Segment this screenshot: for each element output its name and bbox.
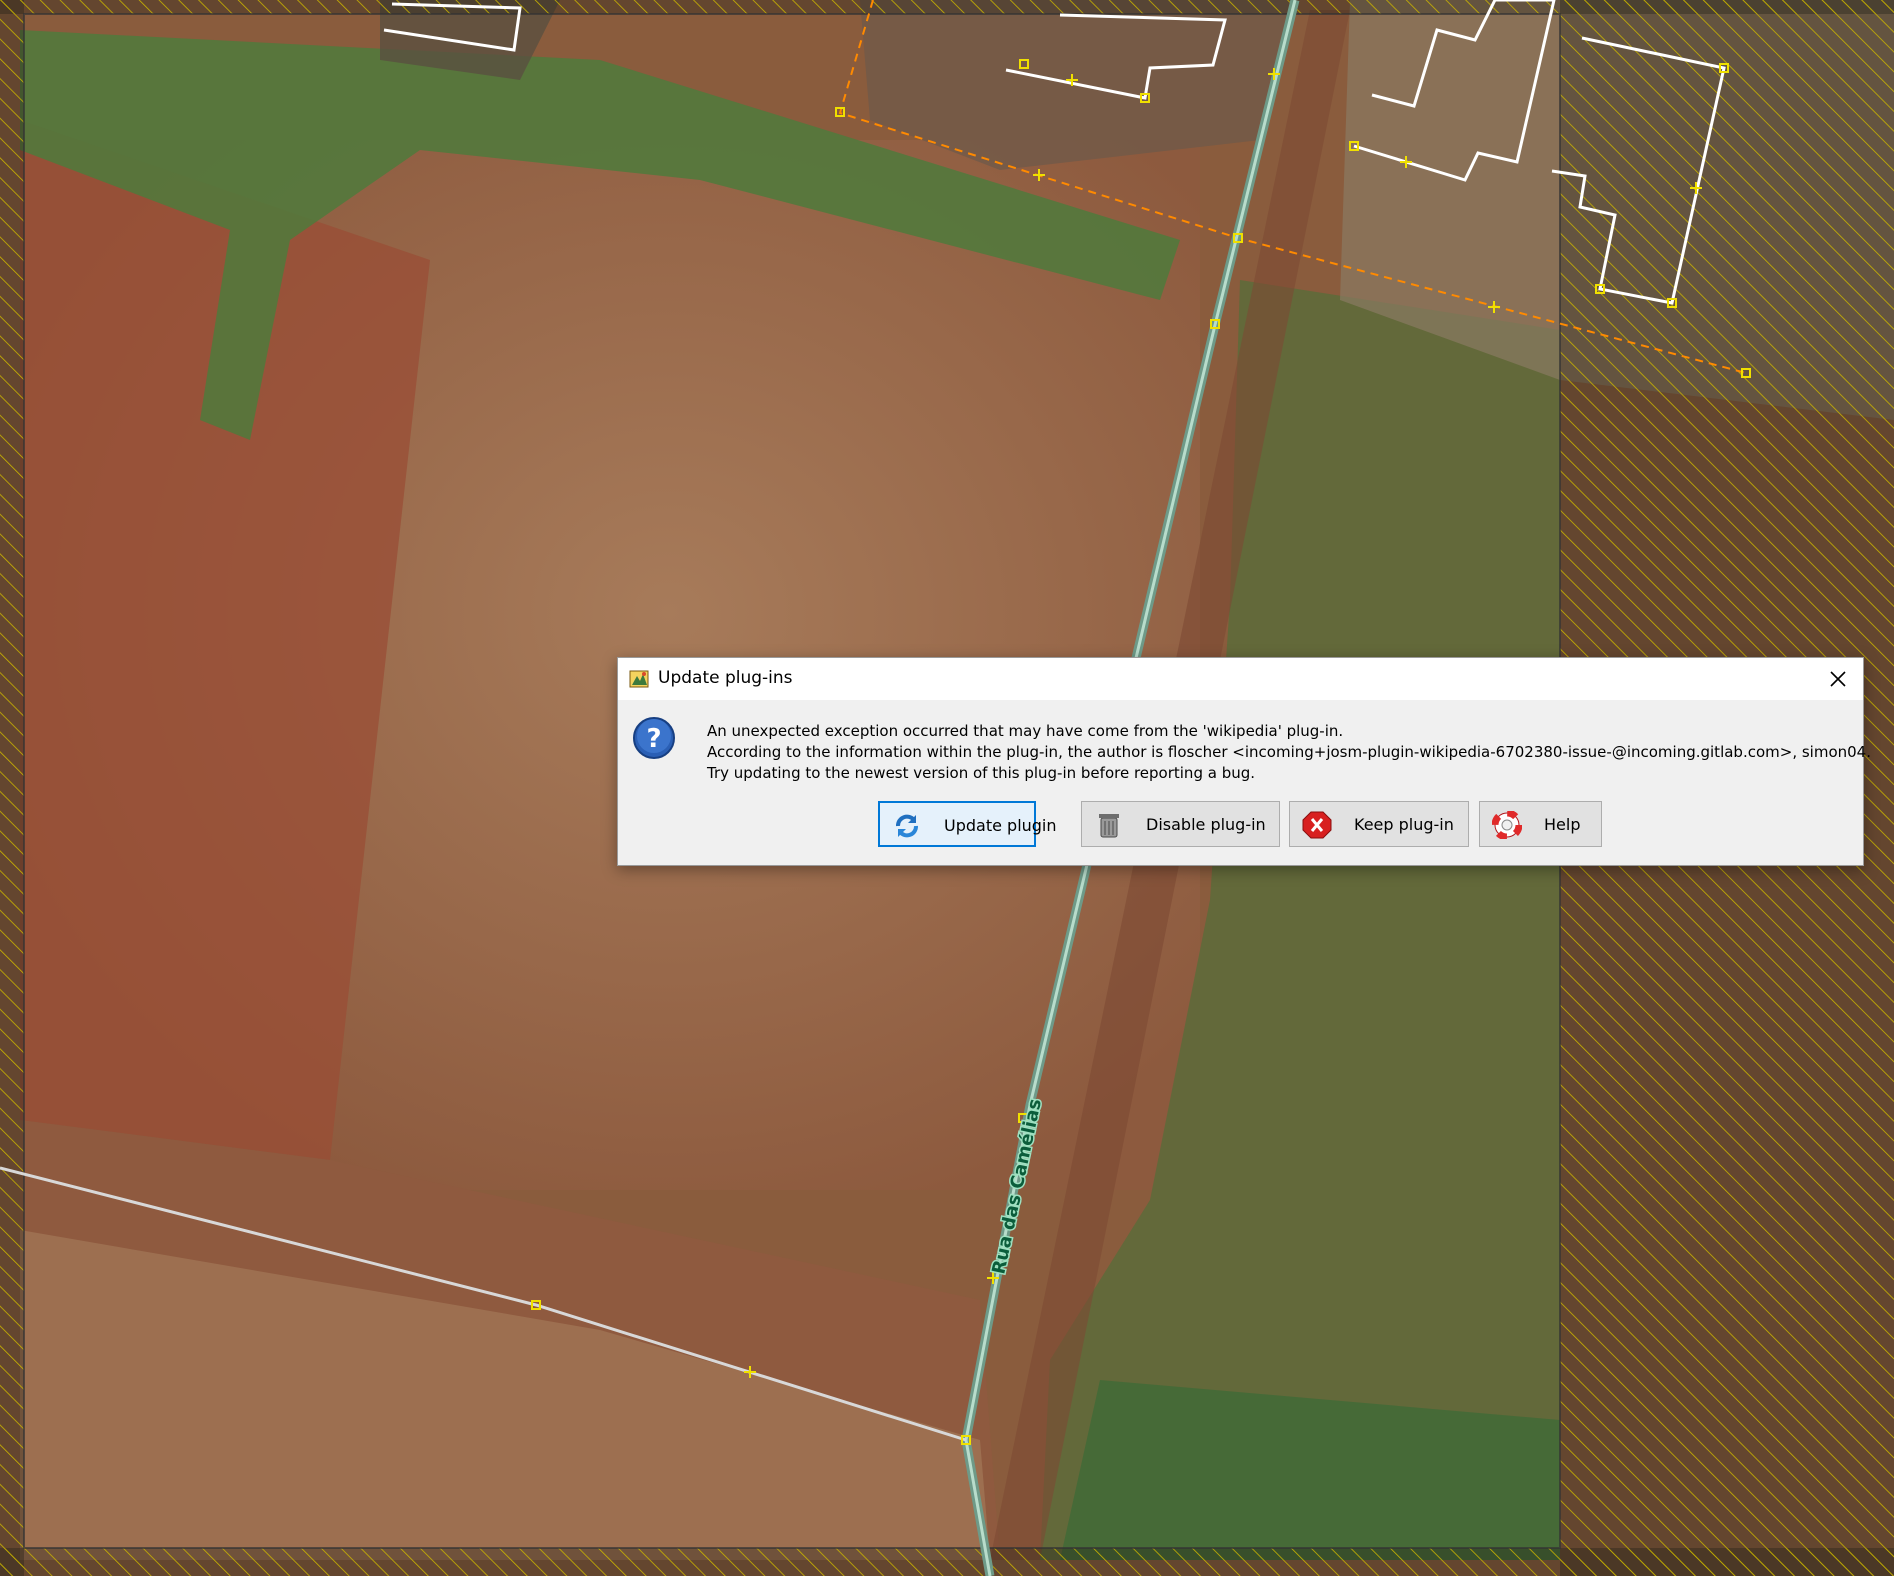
dialog-titlebar[interactable]: Update plug-ins [618, 658, 1863, 700]
dialog-title: Update plug-ins [658, 668, 793, 688]
error-icon [1302, 811, 1332, 839]
update-plugin-button[interactable]: Update plugin [878, 801, 1057, 847]
update-plugin-label: Update plugin [944, 816, 1057, 835]
message-line: According to the information within the … [707, 743, 1871, 761]
close-icon[interactable] [1823, 664, 1853, 694]
keep-plugin-button[interactable]: Keep plug-in [1289, 801, 1469, 847]
josm-logo-icon [629, 670, 649, 688]
disable-plugin-button[interactable]: Disable plug-in [1081, 801, 1280, 847]
question-icon: ? [633, 717, 675, 759]
refresh-icon [896, 814, 918, 838]
keep-plugin-label: Keep plug-in [1354, 815, 1454, 834]
lifebuoy-icon [1492, 811, 1522, 839]
hatch-left [0, 0, 24, 1576]
help-button[interactable]: Help [1479, 801, 1602, 847]
message-line: An unexpected exception occurred that ma… [707, 722, 1344, 740]
disable-plugin-label: Disable plug-in [1146, 815, 1266, 834]
error-message: An unexpected exception occurred that ma… [707, 721, 1871, 784]
message-line: Try updating to the newest version of th… [707, 764, 1256, 782]
help-label: Help [1544, 815, 1581, 834]
trash-icon [1099, 814, 1119, 838]
svg-text:?: ? [646, 724, 661, 754]
update-plugins-dialog: Update plug-ins ? An unexpected exceptio… [617, 657, 1871, 866]
